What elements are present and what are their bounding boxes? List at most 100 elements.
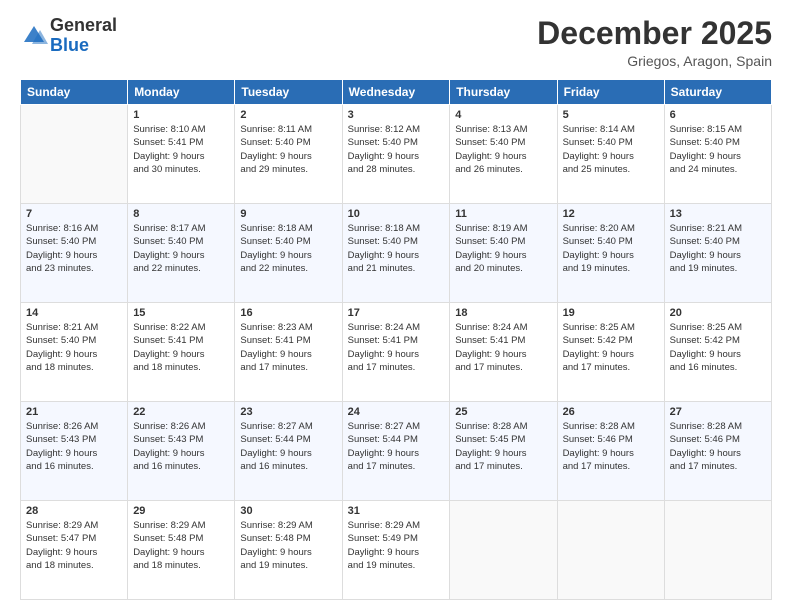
day-info: Sunrise: 8:27 AMSunset: 5:44 PMDaylight:… bbox=[240, 420, 336, 473]
col-friday: Friday bbox=[557, 80, 664, 105]
day-number: 15 bbox=[133, 307, 229, 319]
day-info: Sunrise: 8:16 AMSunset: 5:40 PMDaylight:… bbox=[26, 222, 122, 275]
table-row bbox=[21, 105, 128, 204]
day-info: Sunrise: 8:29 AMSunset: 5:47 PMDaylight:… bbox=[26, 519, 122, 572]
day-number: 31 bbox=[348, 505, 445, 517]
table-row: 20 Sunrise: 8:25 AMSunset: 5:42 PMDayligh… bbox=[664, 303, 771, 402]
calendar-header-row: Sunday Monday Tuesday Wednesday Thursday… bbox=[21, 80, 772, 105]
col-tuesday: Tuesday bbox=[235, 80, 342, 105]
calendar-week-row: 14 Sunrise: 8:21 AMSunset: 5:40 PMDayligh… bbox=[21, 303, 772, 402]
col-monday: Monday bbox=[128, 80, 235, 105]
location: Griegos, Aragon, Spain bbox=[537, 53, 772, 69]
day-number: 30 bbox=[240, 505, 336, 517]
col-sunday: Sunday bbox=[21, 80, 128, 105]
day-number: 25 bbox=[455, 406, 551, 418]
day-number: 12 bbox=[563, 208, 659, 220]
table-row: 7Sunrise: 8:16 AMSunset: 5:40 PMDaylight… bbox=[21, 204, 128, 303]
col-wednesday: Wednesday bbox=[342, 80, 450, 105]
day-info: Sunrise: 8:26 AMSunset: 5:43 PMDaylight:… bbox=[133, 420, 229, 473]
table-row: 10 Sunrise: 8:18 AMSunset: 5:40 PMDayligh… bbox=[342, 204, 450, 303]
day-info: Sunrise: 8:15 AMSunset: 5:40 PMDaylight:… bbox=[670, 123, 766, 176]
day-info: Sunrise: 8:24 AMSunset: 5:41 PMDaylight:… bbox=[348, 321, 445, 374]
table-row: 12 Sunrise: 8:20 AMSunset: 5:40 PMDayligh… bbox=[557, 204, 664, 303]
table-row: 2 Sunrise: 8:11 AMSunset: 5:40 PMDaylight… bbox=[235, 105, 342, 204]
table-row bbox=[557, 501, 664, 600]
day-info: Sunrise: 8:20 AMSunset: 5:40 PMDaylight:… bbox=[563, 222, 659, 275]
day-number: 6 bbox=[670, 109, 766, 121]
calendar-week-row: 21 Sunrise: 8:26 AMSunset: 5:43 PMDayligh… bbox=[21, 402, 772, 501]
day-info: Sunrise: 8:25 AMSunset: 5:42 PMDaylight:… bbox=[670, 321, 766, 374]
table-row: 30 Sunrise: 8:29 AMSunset: 5:48 PMDayligh… bbox=[235, 501, 342, 600]
day-number: 24 bbox=[348, 406, 445, 418]
table-row: 17 Sunrise: 8:24 AMSunset: 5:41 PMDayligh… bbox=[342, 303, 450, 402]
day-number: 2 bbox=[240, 109, 336, 121]
day-info: Sunrise: 8:28 AMSunset: 5:45 PMDaylight:… bbox=[455, 420, 551, 473]
day-info: Sunrise: 8:29 AMSunset: 5:48 PMDaylight:… bbox=[240, 519, 336, 572]
calendar: Sunday Monday Tuesday Wednesday Thursday… bbox=[20, 79, 772, 600]
table-row: 1 Sunrise: 8:10 AMSunset: 5:41 PMDaylight… bbox=[128, 105, 235, 204]
table-row: 8 Sunrise: 8:17 AMSunset: 5:40 PMDaylight… bbox=[128, 204, 235, 303]
day-number: 13 bbox=[670, 208, 766, 220]
table-row bbox=[664, 501, 771, 600]
day-number: 23 bbox=[240, 406, 336, 418]
day-number: 28 bbox=[26, 505, 122, 517]
table-row: 15Sunrise: 8:22 AMSunset: 5:41 PMDayligh… bbox=[128, 303, 235, 402]
logo-blue: Blue bbox=[50, 35, 89, 55]
day-number: 8 bbox=[133, 208, 229, 220]
day-info: Sunrise: 8:27 AMSunset: 5:44 PMDaylight:… bbox=[348, 420, 445, 473]
day-info: Sunrise: 8:25 AMSunset: 5:42 PMDaylight:… bbox=[563, 321, 659, 374]
table-row: 31Sunrise: 8:29 AMSunset: 5:49 PMDayligh… bbox=[342, 501, 450, 600]
table-row: 21 Sunrise: 8:26 AMSunset: 5:43 PMDayligh… bbox=[21, 402, 128, 501]
day-number: 9 bbox=[240, 208, 336, 220]
month-year: December 2025 bbox=[537, 16, 772, 51]
day-number: 3 bbox=[348, 109, 445, 121]
day-info: Sunrise: 8:18 AMSunset: 5:40 PMDaylight:… bbox=[348, 222, 445, 275]
day-number: 1 bbox=[133, 109, 229, 121]
table-row: 5Sunrise: 8:14 AMSunset: 5:40 PMDaylight… bbox=[557, 105, 664, 204]
header: General Blue December 2025 Griegos, Arag… bbox=[20, 16, 772, 69]
title-block: December 2025 Griegos, Aragon, Spain bbox=[537, 16, 772, 69]
day-info: Sunrise: 8:10 AMSunset: 5:41 PMDaylight:… bbox=[133, 123, 229, 176]
table-row: 4 Sunrise: 8:13 AMSunset: 5:40 PMDaylight… bbox=[450, 105, 557, 204]
logo-general: General bbox=[50, 15, 117, 35]
table-row: 6 Sunrise: 8:15 AMSunset: 5:40 PMDaylight… bbox=[664, 105, 771, 204]
table-row: 29 Sunrise: 8:29 AMSunset: 5:48 PMDayligh… bbox=[128, 501, 235, 600]
col-thursday: Thursday bbox=[450, 80, 557, 105]
day-number: 10 bbox=[348, 208, 445, 220]
day-info: Sunrise: 8:13 AMSunset: 5:40 PMDaylight:… bbox=[455, 123, 551, 176]
day-number: 18 bbox=[455, 307, 551, 319]
day-info: Sunrise: 8:21 AMSunset: 5:40 PMDaylight:… bbox=[26, 321, 122, 374]
day-number: 14 bbox=[26, 307, 122, 319]
day-number: 27 bbox=[670, 406, 766, 418]
day-info: Sunrise: 8:24 AMSunset: 5:41 PMDaylight:… bbox=[455, 321, 551, 374]
page: General Blue December 2025 Griegos, Arag… bbox=[0, 0, 792, 612]
col-saturday: Saturday bbox=[664, 80, 771, 105]
table-row: 16 Sunrise: 8:23 AMSunset: 5:41 PMDayligh… bbox=[235, 303, 342, 402]
day-number: 29 bbox=[133, 505, 229, 517]
day-info: Sunrise: 8:21 AMSunset: 5:40 PMDaylight:… bbox=[670, 222, 766, 275]
day-info: Sunrise: 8:12 AMSunset: 5:40 PMDaylight:… bbox=[348, 123, 445, 176]
table-row: 22 Sunrise: 8:26 AMSunset: 5:43 PMDayligh… bbox=[128, 402, 235, 501]
table-row bbox=[450, 501, 557, 600]
day-number: 21 bbox=[26, 406, 122, 418]
day-info: Sunrise: 8:14 AMSunset: 5:40 PMDaylight:… bbox=[563, 123, 659, 176]
day-number: 22 bbox=[133, 406, 229, 418]
day-info: Sunrise: 8:19 AMSunset: 5:40 PMDaylight:… bbox=[455, 222, 551, 275]
day-info: Sunrise: 8:11 AMSunset: 5:40 PMDaylight:… bbox=[240, 123, 336, 176]
day-number: 20 bbox=[670, 307, 766, 319]
day-info: Sunrise: 8:29 AMSunset: 5:48 PMDaylight:… bbox=[133, 519, 229, 572]
day-info: Sunrise: 8:28 AMSunset: 5:46 PMDaylight:… bbox=[563, 420, 659, 473]
table-row: 14 Sunrise: 8:21 AMSunset: 5:40 PMDayligh… bbox=[21, 303, 128, 402]
day-number: 16 bbox=[240, 307, 336, 319]
table-row: 19Sunrise: 8:25 AMSunset: 5:42 PMDayligh… bbox=[557, 303, 664, 402]
day-info: Sunrise: 8:26 AMSunset: 5:43 PMDaylight:… bbox=[26, 420, 122, 473]
day-info: Sunrise: 8:17 AMSunset: 5:40 PMDaylight:… bbox=[133, 222, 229, 275]
day-number: 17 bbox=[348, 307, 445, 319]
logo: General Blue bbox=[20, 16, 117, 56]
table-row: 18 Sunrise: 8:24 AMSunset: 5:41 PMDayligh… bbox=[450, 303, 557, 402]
table-row: 11Sunrise: 8:19 AMSunset: 5:40 PMDayligh… bbox=[450, 204, 557, 303]
logo-text: General Blue bbox=[50, 16, 117, 56]
day-number: 26 bbox=[563, 406, 659, 418]
day-number: 4 bbox=[455, 109, 551, 121]
day-info: Sunrise: 8:23 AMSunset: 5:41 PMDaylight:… bbox=[240, 321, 336, 374]
